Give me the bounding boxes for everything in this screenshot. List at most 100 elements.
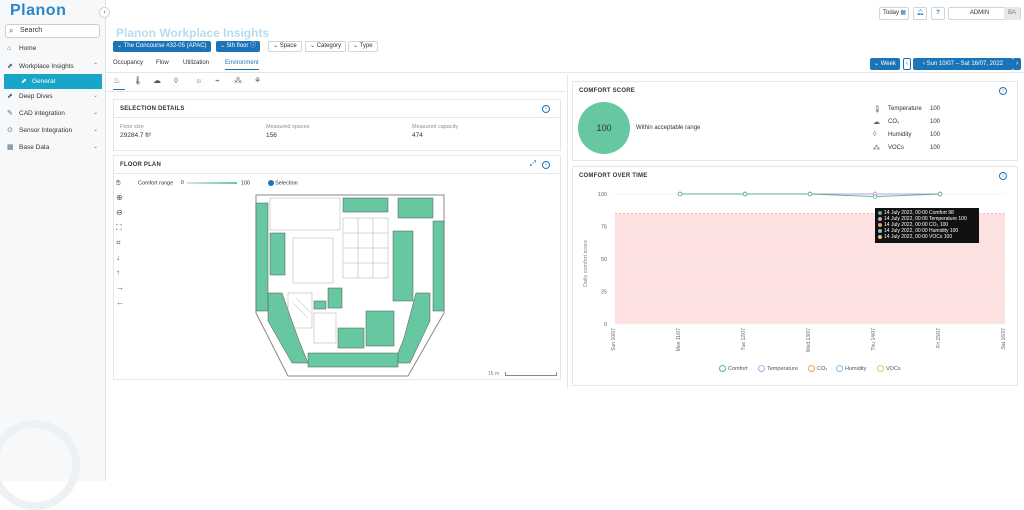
search-input[interactable]: ⌕ Search xyxy=(5,24,100,38)
drop-icon[interactable]: ◊ xyxy=(174,76,178,85)
tab-environment[interactable]: Environment xyxy=(225,60,259,70)
sidebar-item-general[interactable]: ⬈ General xyxy=(4,74,102,89)
today-button[interactable]: Today ▦ xyxy=(879,7,909,20)
floor-filter-label: 5th floor xyxy=(226,43,249,49)
x-tick-label: Tue 12/07 xyxy=(741,328,747,351)
tooltip-text: 14 July 2022, 00:00 VOCs 100 xyxy=(884,234,953,240)
arrow-up-icon[interactable]: ↑ xyxy=(116,268,120,277)
period-unit-select[interactable]: ⌄ Week xyxy=(870,58,900,70)
info-icon[interactable]: i xyxy=(542,105,550,113)
zoom-out-icon[interactable]: ⊖ xyxy=(116,208,123,217)
period-range[interactable]: ‹ Sun 10/07 – Sat 16/07, 2022 xyxy=(913,58,1013,70)
fit-screen-icon[interactable]: ⛶ xyxy=(116,223,122,233)
fit-selection-icon[interactable]: ⌗ xyxy=(116,238,121,248)
x-tick-label: Sun 10/07 xyxy=(611,328,617,351)
thermometer-icon: 🌡︎ xyxy=(873,106,882,113)
floor-plan-title: FLOOR PLAN xyxy=(120,162,161,168)
legend-marker xyxy=(836,365,843,372)
thermometer-icon[interactable]: 🌡︎ xyxy=(133,76,143,85)
y-tick-label: 50 xyxy=(601,257,607,263)
info-icon[interactable]: i xyxy=(542,161,550,169)
y-tick-label: 25 xyxy=(601,290,607,296)
legend-item-temperature[interactable]: Temperature xyxy=(758,365,798,372)
period-next-button[interactable]: › xyxy=(1013,58,1021,70)
user-name: ADMIN xyxy=(969,10,990,16)
tab-flow[interactable]: Flow xyxy=(156,60,169,66)
chart-tooltip: 14 July 2022, 00:00 Comfort 98 14 July 2… xyxy=(875,208,979,243)
grid-icon: ▦ xyxy=(7,144,14,151)
chevron-down-icon: ⌄ xyxy=(92,93,98,99)
metric-value: 100 xyxy=(930,106,941,112)
notifications-button[interactable]: 🔔︎ xyxy=(913,7,927,20)
building-filter-label: The Concourse #32-05 (APAC) xyxy=(123,43,207,49)
sidebar-item-sensor-integration[interactable]: ⊙ Sensor Integration ⌄ xyxy=(0,123,106,138)
cloud-icon[interactable]: ☁ xyxy=(153,76,161,85)
legend-item-vocs[interactable]: VOCs xyxy=(877,365,901,372)
tooltip-dot xyxy=(878,228,882,233)
sidebar-item-deep-dives[interactable]: ⬈ Deep Dives ⌄ xyxy=(0,89,106,104)
sidebar: Planon ⌕ Search ⌂ Home ⬈ Workplace Insight… xyxy=(0,0,106,510)
building-filter[interactable]: ⌄ The Concourse #32-05 (APAC) xyxy=(113,41,211,52)
comfort-range-gradient xyxy=(187,182,238,184)
comfort-icon[interactable]: ♨ xyxy=(113,76,120,85)
help-icon: ? xyxy=(936,10,940,16)
legend-item-humidity[interactable]: Humidity xyxy=(836,365,866,372)
x-tick-label: Sat 16/07 xyxy=(1001,328,1007,350)
chart-icon: ⬈ xyxy=(7,63,13,70)
help-button[interactable]: ? xyxy=(931,7,945,20)
arrow-right-icon[interactable]: → xyxy=(116,283,124,292)
legend-label: CO₂ xyxy=(817,365,828,372)
floor-size-value: 29284.7 ft² xyxy=(120,132,152,139)
metric-name: Humidity xyxy=(888,132,912,138)
sidebar-item-label: General xyxy=(32,78,56,85)
x-tick-label: Fri 15/07 xyxy=(936,328,942,348)
comfort-score-title: COMFORT SCORE xyxy=(579,88,635,94)
category-filter[interactable]: ⌄ Category xyxy=(305,41,347,52)
tooltip-dot xyxy=(878,234,882,239)
tab-utilization[interactable]: Utilization xyxy=(183,60,209,66)
type-filter[interactable]: ⌄ Type xyxy=(348,41,378,52)
arrow-down-icon[interactable]: ↓ xyxy=(116,253,120,262)
chevron-down-icon: ⌄ xyxy=(353,43,360,49)
avatar: BA xyxy=(1004,7,1020,20)
sidebar-item-base-data[interactable]: ▦ Base Data ⌄ xyxy=(0,140,106,155)
period-previous-button[interactable]: ‹ xyxy=(903,58,911,70)
search-placeholder: Search xyxy=(20,27,43,34)
chevron-down-icon: ⌄ xyxy=(92,144,98,150)
tab-occupancy[interactable]: Occupancy xyxy=(113,60,143,66)
pan-hand-icon[interactable]: ✋︎ xyxy=(116,178,121,188)
floor-filter[interactable]: ⌄ 5th floor ⓘ xyxy=(216,41,261,52)
lightbulb-icon[interactable]: ☼ xyxy=(195,76,202,85)
period-unit-label: Week xyxy=(880,61,896,67)
sidebar-item-workplace-insights[interactable]: ⬈ Workplace Insights ⌃ xyxy=(0,59,106,74)
arrow-left-icon[interactable]: ← xyxy=(116,298,124,307)
measured-capacity-label: Measured capacity xyxy=(412,124,459,130)
space-filter[interactable]: ⌄ Space xyxy=(268,41,302,52)
metric-value: 100 xyxy=(930,119,941,125)
tooltip-line: 14 July 2022, 00:00 VOCs 100 xyxy=(878,234,976,240)
zoom-in-icon[interactable]: ⊕ xyxy=(116,193,123,202)
icon-row-divider xyxy=(106,91,566,92)
chevron-down-icon: ⌄ xyxy=(220,43,227,49)
info-icon[interactable]: i xyxy=(999,172,1007,180)
voc-icon[interactable]: ⚘ xyxy=(254,76,261,85)
legend-item-co2[interactable]: CO₂ xyxy=(808,365,827,372)
y-tick-label: 0 xyxy=(604,322,607,328)
measured-capacity-value: 474 xyxy=(412,132,423,139)
collapse-sidebar-button[interactable]: ‹ xyxy=(99,7,110,18)
floor-plan-drawing[interactable] xyxy=(248,193,448,378)
tabs-divider xyxy=(106,72,1024,73)
molecule-icon[interactable]: ⁂ xyxy=(234,76,242,85)
comfort-range-min: 0 xyxy=(180,180,184,187)
legend-label: VOCs xyxy=(886,365,901,372)
sound-icon[interactable]: ⌁ xyxy=(215,76,220,85)
legend-marker xyxy=(719,365,726,372)
info-icon[interactable]: i xyxy=(999,87,1007,95)
pane-splitter[interactable] xyxy=(567,74,568,389)
sidebar-item-home[interactable]: ⌂ Home xyxy=(0,41,106,56)
sidebar-item-cad-integration[interactable]: ✎ CAD integration ⌄ xyxy=(0,106,106,121)
scale-bar xyxy=(505,372,557,376)
expand-icon[interactable]: ⤢ xyxy=(530,159,536,169)
legend-item-comfort[interactable]: Comfort xyxy=(719,365,748,372)
user-menu[interactable]: ADMIN BA xyxy=(948,7,1021,20)
